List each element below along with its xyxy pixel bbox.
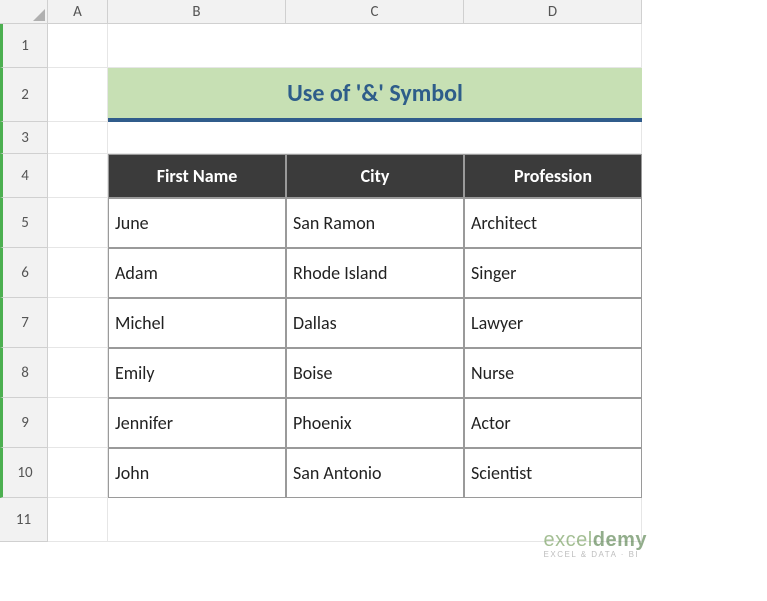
table-cell[interactable]: San Antonio <box>286 448 464 498</box>
cell-a2[interactable] <box>48 68 108 122</box>
table-header-firstname[interactable]: First Name <box>108 154 286 198</box>
row-header-6[interactable]: 6 <box>0 248 48 298</box>
watermark-sub: EXCEL & DATA · BI <box>544 550 647 559</box>
row-header-3[interactable]: 3 <box>0 122 48 154</box>
cell-a4[interactable] <box>48 154 108 198</box>
watermark-main: exceldemy <box>544 529 647 552</box>
title-cell[interactable]: Use of '&' Symbol <box>108 68 642 122</box>
cell-b3[interactable] <box>108 122 642 154</box>
watermark-part2: demy <box>593 529 647 551</box>
table-cell[interactable]: Scientist <box>464 448 642 498</box>
cell-a3[interactable] <box>48 122 108 154</box>
cell-a8[interactable] <box>48 348 108 398</box>
row-header-8[interactable]: 8 <box>0 348 48 398</box>
table-cell[interactable]: Emily <box>108 348 286 398</box>
row-header-9[interactable]: 9 <box>0 398 48 448</box>
table-cell[interactable]: John <box>108 448 286 498</box>
table-cell[interactable]: Singer <box>464 248 642 298</box>
table-cell[interactable]: Jennifer <box>108 398 286 448</box>
table-cell[interactable]: Michel <box>108 298 286 348</box>
table-cell[interactable]: Architect <box>464 198 642 248</box>
table-cell[interactable]: Boise <box>286 348 464 398</box>
table-cell[interactable]: Adam <box>108 248 286 298</box>
table-cell[interactable]: Dallas <box>286 298 464 348</box>
col-header-b[interactable]: B <box>108 0 286 24</box>
row-header-1[interactable]: 1 <box>0 24 48 68</box>
table-cell[interactable]: San Ramon <box>286 198 464 248</box>
cell-a10[interactable] <box>48 448 108 498</box>
spreadsheet-grid: A B C D 1 2 Use of '&' Symbol 3 4 First … <box>0 0 767 542</box>
table-cell[interactable]: June <box>108 198 286 248</box>
row-header-10[interactable]: 10 <box>0 448 48 498</box>
table-cell[interactable]: Rhode Island <box>286 248 464 298</box>
row-header-2[interactable]: 2 <box>0 68 48 122</box>
table-cell[interactable]: Actor <box>464 398 642 448</box>
table-cell[interactable]: Lawyer <box>464 298 642 348</box>
cell-a7[interactable] <box>48 298 108 348</box>
cell-a11[interactable] <box>48 498 108 542</box>
watermark-part1: excel <box>544 529 593 551</box>
col-header-c[interactable]: C <box>286 0 464 24</box>
col-header-d[interactable]: D <box>464 0 642 24</box>
cell-a6[interactable] <box>48 248 108 298</box>
cell-b1[interactable] <box>108 24 642 68</box>
row-header-4[interactable]: 4 <box>0 154 48 198</box>
select-all-corner[interactable] <box>0 0 48 24</box>
cell-a1[interactable] <box>48 24 108 68</box>
table-header-profession[interactable]: Profession <box>464 154 642 198</box>
row-header-11[interactable]: 11 <box>0 498 48 542</box>
cell-a5[interactable] <box>48 198 108 248</box>
row-header-7[interactable]: 7 <box>0 298 48 348</box>
watermark: exceldemy EXCEL & DATA · BI <box>544 529 647 559</box>
row-header-5[interactable]: 5 <box>0 198 48 248</box>
cell-a9[interactable] <box>48 398 108 448</box>
table-cell[interactable]: Nurse <box>464 348 642 398</box>
table-header-city[interactable]: City <box>286 154 464 198</box>
table-cell[interactable]: Phoenix <box>286 398 464 448</box>
col-header-a[interactable]: A <box>48 0 108 24</box>
